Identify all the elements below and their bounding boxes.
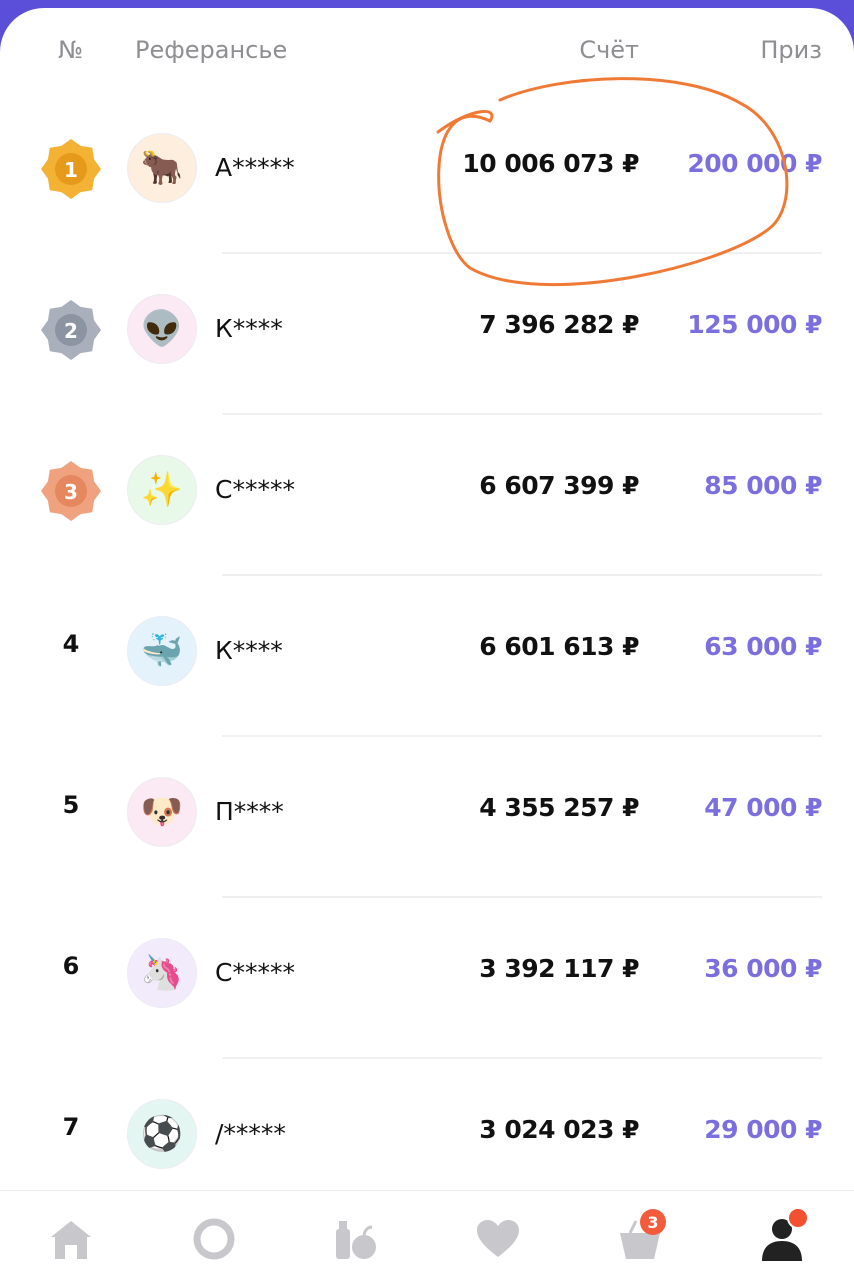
table-header: № Реферансье Счёт Приз xyxy=(0,8,854,100)
grocery-icon[interactable] xyxy=(332,1215,380,1263)
score-value: 3 392 117 ₽ xyxy=(479,954,639,983)
avatar: 🦄 xyxy=(127,938,197,1008)
avatar: ✨ xyxy=(127,455,197,525)
score-value: 3 024 023 ₽ xyxy=(479,1115,639,1144)
leaderboard-row[interactable]: 1 🐂 А***** 10 006 073 ₽ 200 000 ₽ xyxy=(0,93,854,254)
avatar: ⚽ xyxy=(127,1099,197,1169)
favorites-icon[interactable] xyxy=(474,1215,522,1263)
alice-icon[interactable] xyxy=(190,1215,238,1263)
medal-rank-number: 1 xyxy=(64,158,78,182)
medal-rank-number: 3 xyxy=(64,480,78,504)
rank-number: 6 xyxy=(62,952,80,980)
prize-value: 200 000 ₽ xyxy=(687,149,822,178)
header-prize: Приз xyxy=(760,36,822,64)
score-value: 10 006 073 ₽ xyxy=(462,149,639,178)
prize-value: 125 000 ₽ xyxy=(687,310,822,339)
bronze-medal-icon: 3 xyxy=(40,460,102,522)
leaderboard-sheet: № Реферансье Счёт Приз 1 🐂 А***** 10 006 07… xyxy=(0,8,854,1280)
header-score: Счёт xyxy=(579,36,639,64)
avatar: 🐂 xyxy=(127,133,197,203)
rank-number: 4 xyxy=(62,630,80,658)
user-name: П**** xyxy=(215,797,284,826)
home-icon[interactable] xyxy=(47,1215,95,1263)
prize-value: 85 000 ₽ xyxy=(704,471,822,500)
leaderboard-row[interactable]: 5 🐶 П**** 4 355 257 ₽ 47 000 ₽ xyxy=(0,737,854,898)
avatar: 🐳 xyxy=(127,616,197,686)
user-name: /***** xyxy=(215,1119,286,1148)
silver-medal-icon: 2 xyxy=(40,299,102,361)
rank-number: 5 xyxy=(62,791,80,819)
leaderboard-row[interactable]: 3 ✨ С***** 6 607 399 ₽ 85 000 ₽ xyxy=(0,415,854,576)
user-name: С***** xyxy=(215,958,295,987)
user-name: К**** xyxy=(215,314,283,343)
avatar: 🐶 xyxy=(127,777,197,847)
prize-value: 36 000 ₽ xyxy=(704,954,822,983)
basket-count-badge: 3 xyxy=(640,1209,666,1235)
user-name: К**** xyxy=(215,636,283,665)
prize-value: 63 000 ₽ xyxy=(704,632,822,661)
leaderboard-row[interactable]: 4 🐳 К**** 6 601 613 ₽ 63 000 ₽ xyxy=(0,576,854,737)
prize-value: 47 000 ₽ xyxy=(704,793,822,822)
leaderboard-row[interactable]: 6 🦄 С***** 3 392 117 ₽ 36 000 ₽ xyxy=(0,898,854,1059)
user-name: А***** xyxy=(215,153,295,182)
prize-value: 29 000 ₽ xyxy=(704,1115,822,1144)
header-rank: № xyxy=(58,36,83,64)
score-value: 6 607 399 ₽ xyxy=(479,471,639,500)
score-value: 7 396 282 ₽ xyxy=(479,310,639,339)
header-referral: Реферансье xyxy=(135,36,288,64)
profile-notification-dot xyxy=(787,1207,809,1229)
gold-medal-icon: 1 xyxy=(40,138,102,200)
score-value: 6 601 613 ₽ xyxy=(479,632,639,661)
user-name: С***** xyxy=(215,475,295,504)
score-value: 4 355 257 ₽ xyxy=(479,793,639,822)
bottom-tab-bar: 3 xyxy=(0,1190,854,1281)
medal-rank-number: 2 xyxy=(64,319,78,343)
rank-number: 7 xyxy=(62,1113,80,1141)
avatar: 👽 xyxy=(127,294,197,364)
leaderboard-row[interactable]: 2 👽 К**** 7 396 282 ₽ 125 000 ₽ xyxy=(0,254,854,415)
